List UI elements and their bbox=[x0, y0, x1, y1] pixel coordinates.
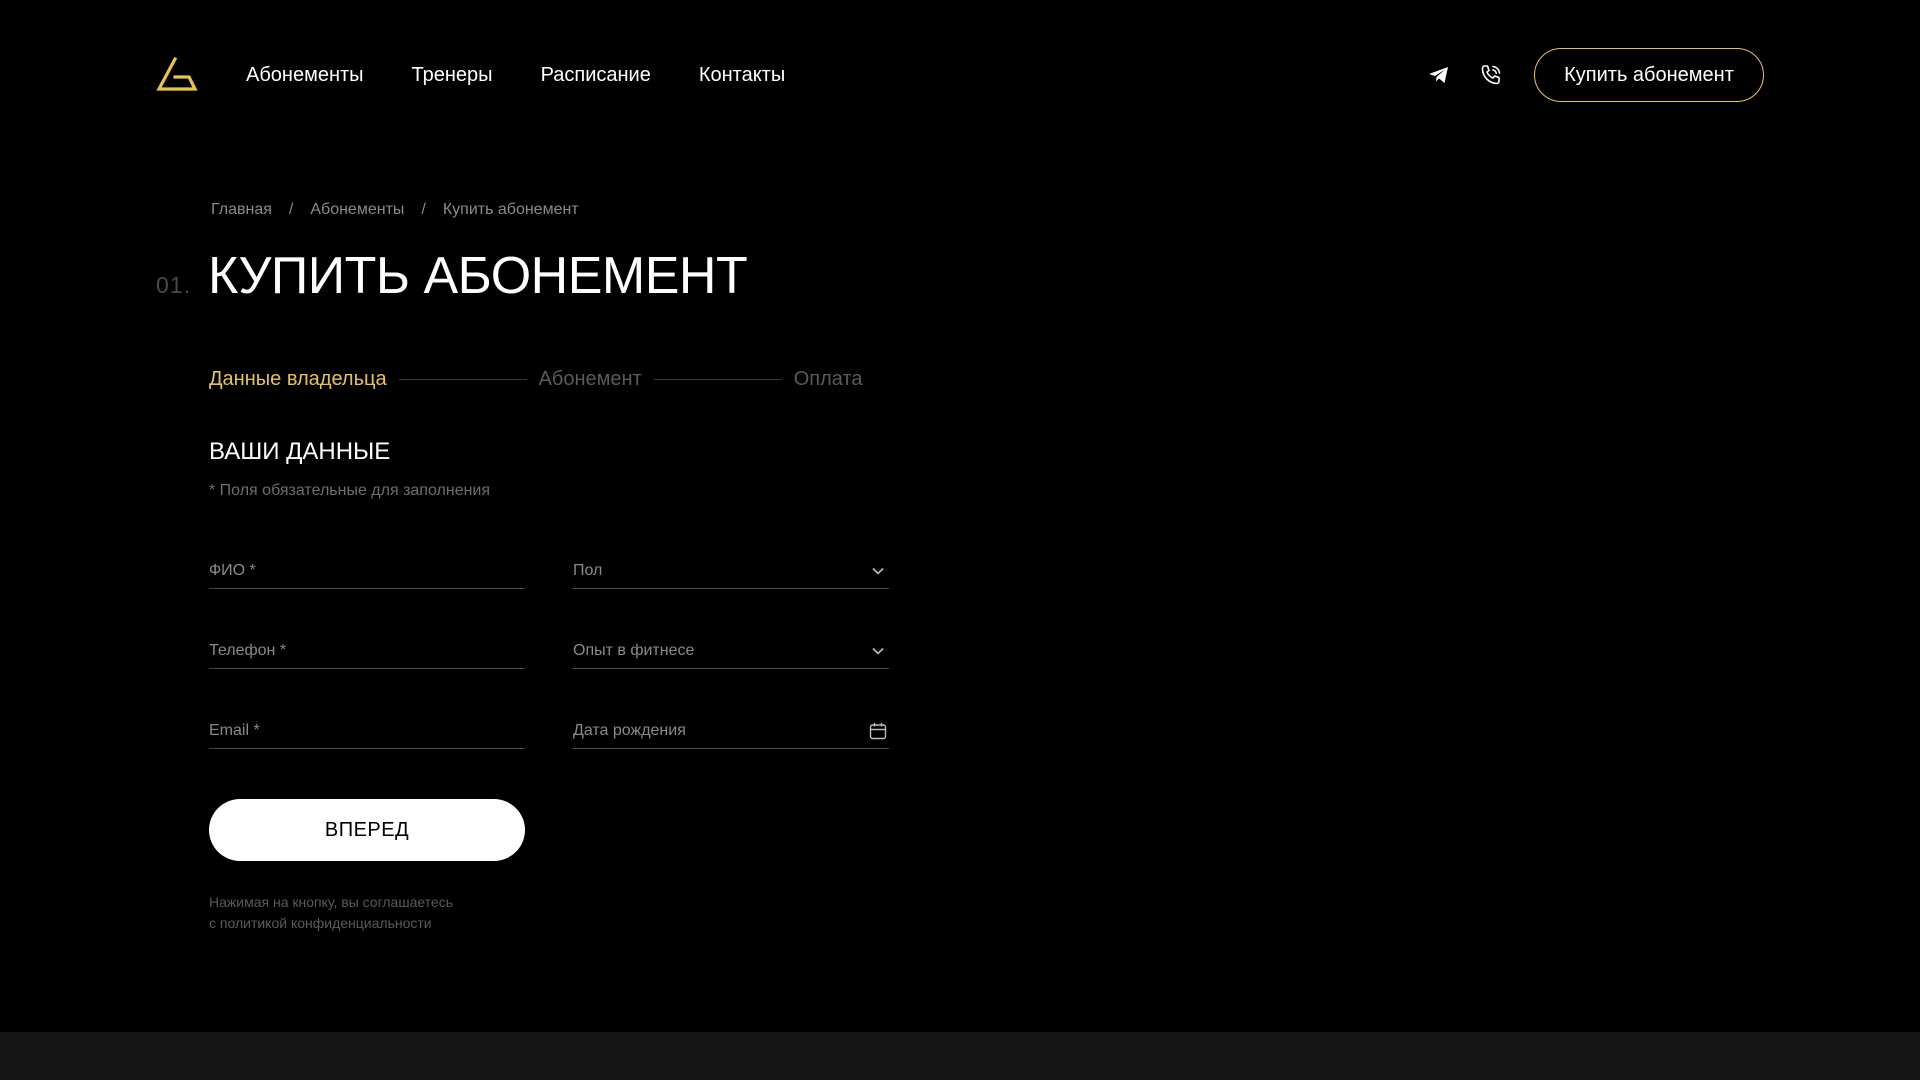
next-button[interactable]: ВПЕРЕД bbox=[209, 799, 525, 861]
step-divider bbox=[398, 379, 527, 380]
page-title: КУПИТЬ АБОНЕМЕНТ bbox=[208, 247, 748, 305]
chevron-down-icon bbox=[872, 647, 884, 655]
page-number: 01. bbox=[156, 272, 191, 298]
breadcrumb-current: Купить абонемент bbox=[442, 201, 579, 218]
main-nav: Абонементы Тренеры Расписание Контакты bbox=[246, 60, 833, 90]
privacy-policy-link[interactable]: с политикой конфиденциальности bbox=[209, 913, 453, 934]
birth-date-field[interactable]: Дата рождения bbox=[573, 707, 889, 749]
nav-item-trainers[interactable]: Тренеры bbox=[412, 60, 493, 90]
step-owner-data: Данные владельца bbox=[209, 368, 387, 390]
header-icons bbox=[1424, 60, 1506, 90]
calendar-icon[interactable] bbox=[869, 722, 887, 740]
fitness-experience-select[interactable]: Опыт в фитнесе bbox=[573, 627, 889, 669]
email-input[interactable] bbox=[209, 722, 525, 740]
breadcrumb-separator: / bbox=[421, 201, 426, 218]
consent-line: Нажимая на кнопку, вы соглашаетесь bbox=[209, 894, 454, 910]
phone-input[interactable] bbox=[209, 642, 525, 660]
breadcrumb-subscriptions[interactable]: Абонементы bbox=[310, 201, 404, 219]
full-name-field bbox=[209, 547, 525, 589]
step-subscription: Абонемент bbox=[538, 368, 642, 390]
buy-subscription-button[interactable]: Купить абонемент bbox=[1534, 48, 1764, 102]
form-section-title: ВАШИ ДАННЫЕ bbox=[209, 438, 391, 465]
breadcrumb: Главная / Абонементы / Купить абонемент bbox=[211, 201, 579, 219]
step-payment: Оплата bbox=[793, 368, 863, 390]
phone-field bbox=[209, 627, 525, 669]
nav-item-subscriptions[interactable]: Абонементы bbox=[246, 60, 364, 90]
birth-date-placeholder: Дата рождения bbox=[573, 722, 686, 739]
step-divider bbox=[653, 379, 782, 380]
full-name-input[interactable] bbox=[209, 562, 525, 580]
fitness-experience-placeholder: Опыт в фитнесе bbox=[573, 642, 695, 659]
required-fields-note: * Поля обязательные для заполнения bbox=[209, 482, 491, 499]
breadcrumb-separator: / bbox=[288, 201, 294, 218]
nav-item-contacts[interactable]: Контакты bbox=[699, 60, 785, 90]
email-field bbox=[209, 707, 525, 749]
chevron-down-icon bbox=[872, 567, 884, 575]
logo-icon[interactable] bbox=[155, 56, 199, 94]
page: Абонементы Тренеры Расписание Контакты К… bbox=[0, 0, 1920, 1080]
privacy-consent-text: Нажимая на кнопку, вы соглашаетесь с пол… bbox=[209, 892, 453, 934]
phone-icon[interactable] bbox=[1476, 60, 1506, 90]
checkout-steps: Данные владельца Абонемент Оплата bbox=[209, 368, 863, 391]
breadcrumb-home[interactable]: Главная bbox=[211, 201, 272, 219]
gender-select-placeholder: Пол bbox=[573, 562, 603, 579]
footer bbox=[0, 1032, 1920, 1080]
gender-select[interactable]: Пол bbox=[573, 547, 889, 589]
nav-item-schedule[interactable]: Расписание bbox=[541, 60, 651, 90]
telegram-icon[interactable] bbox=[1424, 60, 1454, 90]
